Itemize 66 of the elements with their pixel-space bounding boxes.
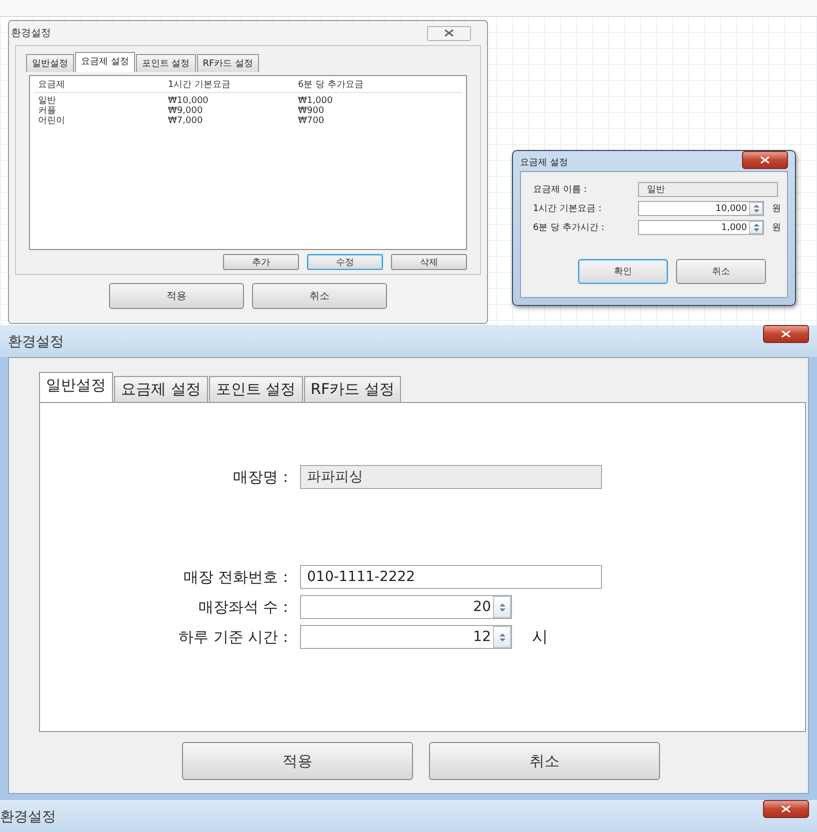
spin-arrows-icon	[498, 632, 506, 642]
table-cell-text: 일반	[37, 96, 57, 106]
spin-button[interactable]	[749, 202, 763, 215]
spin-arrows-icon	[752, 204, 760, 213]
close-button[interactable]	[742, 151, 788, 169]
button[interactable]: 삭제	[391, 254, 467, 270]
button[interactable]: 취소	[252, 283, 387, 309]
tab[interactable]: 요금제 설정	[114, 376, 208, 402]
button[interactable]: 적용	[182, 742, 413, 780]
field-label: 매장좌석 수 :	[197, 598, 288, 616]
tab[interactable]: 일반설정	[26, 54, 74, 72]
number-field[interactable]: 20	[300, 595, 512, 619]
input-field[interactable]: 010-1111-2222	[300, 565, 602, 589]
unit-label: 시	[532, 626, 548, 648]
tab[interactable]: RF카드 설정	[196, 54, 260, 72]
button[interactable]: 취소	[676, 259, 766, 284]
close-icon	[781, 805, 791, 813]
window-title: 환경설정	[8, 333, 64, 351]
button[interactable]: 취소	[429, 742, 660, 780]
close-icon	[781, 330, 791, 338]
column-header[interactable]: 6분 당 추가요금	[294, 80, 462, 90]
close-button[interactable]	[763, 325, 809, 343]
tab[interactable]: 포인트 설정	[136, 54, 196, 72]
table-cell-text: ₩700	[297, 116, 326, 126]
unit-label: 원	[772, 222, 781, 234]
input-field[interactable]: 파파피싱	[300, 465, 602, 489]
number-field[interactable]: 1,000	[638, 220, 764, 235]
field-label: 매장 전화번호 :	[182, 568, 288, 586]
field-label: 6분 당 추가시간 :	[533, 222, 606, 234]
table-cell-text: ₩10,000	[167, 96, 210, 106]
number-field[interactable]: 12	[300, 625, 512, 649]
spin-button[interactable]	[493, 626, 511, 648]
table-cell-text: ₩9,000	[167, 106, 204, 116]
spin-arrows-icon	[752, 223, 760, 232]
table-cell-text: 커플	[37, 106, 57, 116]
tab[interactable]: 일반설정	[39, 372, 113, 402]
field-label: 요금제 이름 :	[533, 184, 588, 196]
window-title: 환경설정	[11, 27, 51, 40]
button[interactable]: 적용	[109, 283, 244, 309]
table-cell-text: ₩1,000	[297, 96, 334, 106]
spin-arrows-icon	[498, 602, 506, 612]
close-icon	[760, 156, 770, 164]
table-cell-text: ₩900	[297, 106, 326, 116]
number-field[interactable]: 10,000	[638, 201, 764, 216]
button[interactable]: 수정	[307, 254, 383, 270]
column-header[interactable]: 요금제	[34, 80, 164, 90]
unit-label: 원	[772, 203, 781, 215]
button[interactable]: 추가	[223, 254, 299, 270]
window-title: 환경설정	[0, 808, 56, 826]
tab[interactable]: 포인트 설정	[208, 376, 303, 402]
table-cell-text: 어린이	[37, 116, 66, 126]
close-icon	[444, 29, 454, 37]
close-button[interactable]	[427, 26, 471, 40]
field-label: 하루 기준 시간 :	[178, 628, 288, 646]
field-label: 매장명 :	[232, 468, 288, 486]
input-field[interactable]: 일반	[638, 182, 778, 197]
table-cell-text: ₩7,000	[167, 116, 204, 126]
column-header[interactable]: 1시간 기본요금	[164, 80, 294, 90]
tab[interactable]: RF카드 설정	[304, 376, 402, 402]
field-label: 1시간 기본요금 :	[533, 203, 602, 215]
tab[interactable]: 요금제 설정	[75, 52, 135, 72]
close-button[interactable]	[763, 800, 809, 818]
spin-button[interactable]	[749, 221, 763, 234]
window-title: 요금제 설정	[520, 157, 568, 169]
button[interactable]: 확인	[578, 259, 668, 284]
spin-button[interactable]	[493, 596, 511, 618]
